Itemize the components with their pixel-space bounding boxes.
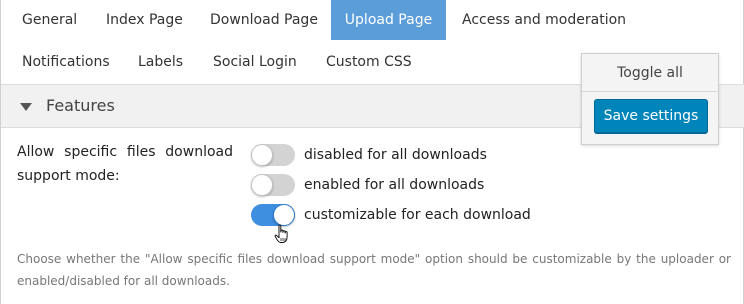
caret-down-icon <box>20 103 32 111</box>
tab-access-and-moderation[interactable]: Access and moderation <box>448 0 640 40</box>
toggle-switch-enabled[interactable] <box>251 174 295 196</box>
tab-notifications[interactable]: Notifications <box>8 42 124 82</box>
save-settings-button[interactable]: Save settings <box>594 99 708 133</box>
toggle-knob <box>273 204 295 226</box>
tab-download-page[interactable]: Download Page <box>196 0 332 40</box>
settings-frame: General Index Page Download Page Upload … <box>0 0 744 304</box>
tab-custom-css[interactable]: Custom CSS <box>312 42 426 82</box>
toggle-switch-customizable[interactable] <box>251 204 295 226</box>
option-label: disabled for all downloads <box>304 147 487 163</box>
setting-label: Allow specific files download support mo… <box>17 144 233 184</box>
hand-cursor-icon <box>274 224 288 243</box>
tab-index-page[interactable]: Index Page <box>92 0 197 40</box>
toggle-knob <box>251 144 273 166</box>
toggle-switch-disabled[interactable] <box>251 144 295 166</box>
option-label: enabled for all downloads <box>304 177 485 193</box>
floating-actions-panel: Toggle all Save settings <box>581 53 719 145</box>
toggle-knob <box>251 174 273 196</box>
option-label: customizable for each download <box>304 207 531 223</box>
toggle-all-button[interactable]: Toggle all <box>582 54 718 92</box>
tab-general[interactable]: General <box>8 0 91 40</box>
tab-labels[interactable]: Labels <box>124 42 197 82</box>
tab-upload-page[interactable]: Upload Page <box>331 0 446 40</box>
setting-description: Choose whether the "Allow specific files… <box>17 252 731 288</box>
section-title: Features <box>46 96 115 115</box>
tabs-row-1: General Index Page Download Page Upload … <box>1 0 744 40</box>
tab-social-login[interactable]: Social Login <box>199 42 311 82</box>
